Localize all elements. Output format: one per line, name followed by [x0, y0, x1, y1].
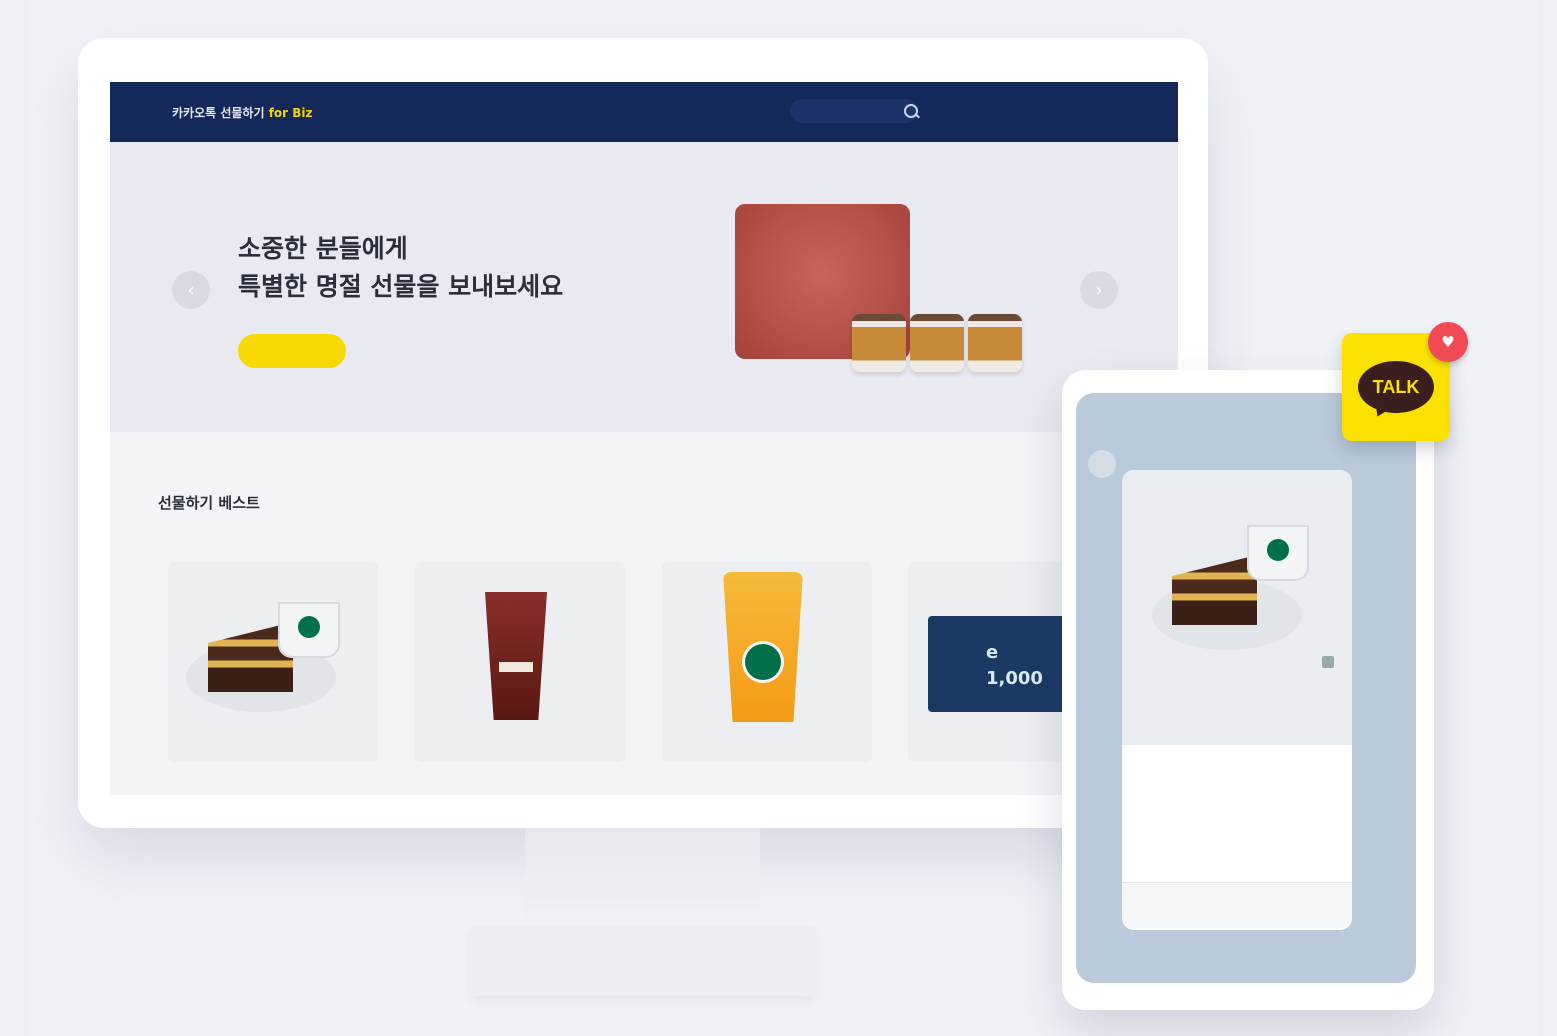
- logo-highlight: for Biz: [268, 106, 313, 120]
- heart-icon: ♥: [1428, 322, 1468, 362]
- monitor-stand-base: [470, 926, 815, 996]
- search-icon[interactable]: [904, 104, 918, 118]
- view-gift-button[interactable]: [1122, 882, 1352, 928]
- chevron-right-icon[interactable]: ›: [1080, 271, 1118, 309]
- search-input[interactable]: [790, 99, 918, 123]
- brand-logo-icon: [298, 616, 320, 638]
- brand-logo-icon: [745, 644, 781, 680]
- monitor-stand-neck: [525, 828, 760, 926]
- hero-banner: 소중한 분들에게 특별한 명절 선물을 보내보세요 ‹ ›: [110, 142, 1178, 432]
- mug-image: [278, 602, 340, 658]
- chevron-left-icon[interactable]: ‹: [172, 271, 210, 309]
- gift-product-image: [1122, 470, 1352, 745]
- brand-logo-icon: [1267, 539, 1289, 561]
- gift-card-amount: e 1,000: [986, 642, 1043, 689]
- top-nav: 카카오톡 선물하기 for Biz: [110, 82, 1178, 142]
- product-card[interactable]: [415, 562, 625, 762]
- cake-image: [1172, 555, 1257, 625]
- jar: [910, 314, 964, 372]
- jar: [968, 314, 1022, 372]
- talk-bubble-icon: TALK: [1358, 361, 1434, 413]
- product-card[interactable]: [168, 562, 378, 762]
- mug-image: [1247, 525, 1309, 581]
- best-section-title: 선물하기 베스트: [158, 494, 260, 512]
- gift-message-card[interactable]: [1122, 470, 1352, 930]
- site-logo[interactable]: 카카오톡 선물하기 for Biz: [172, 104, 313, 121]
- hero-cta-button[interactable]: [238, 334, 346, 368]
- logo-text: 카카오톡 선물하기: [172, 106, 265, 120]
- avatar: [1088, 450, 1116, 478]
- gift-card-image: e 1,000: [928, 616, 1078, 712]
- iced-coffee-image: [485, 592, 547, 720]
- honey-jars-image: [852, 314, 1027, 374]
- monitor-screen: 카카오톡 선물하기 for Biz 소중한 분들에게 특별한 명절 선물을 보내…: [110, 82, 1178, 795]
- cup-label: [499, 662, 533, 672]
- hero-title: 소중한 분들에게 특별한 명절 선물을 보내보세요: [238, 234, 564, 301]
- share-icon[interactable]: [1322, 656, 1334, 668]
- jar: [852, 314, 906, 372]
